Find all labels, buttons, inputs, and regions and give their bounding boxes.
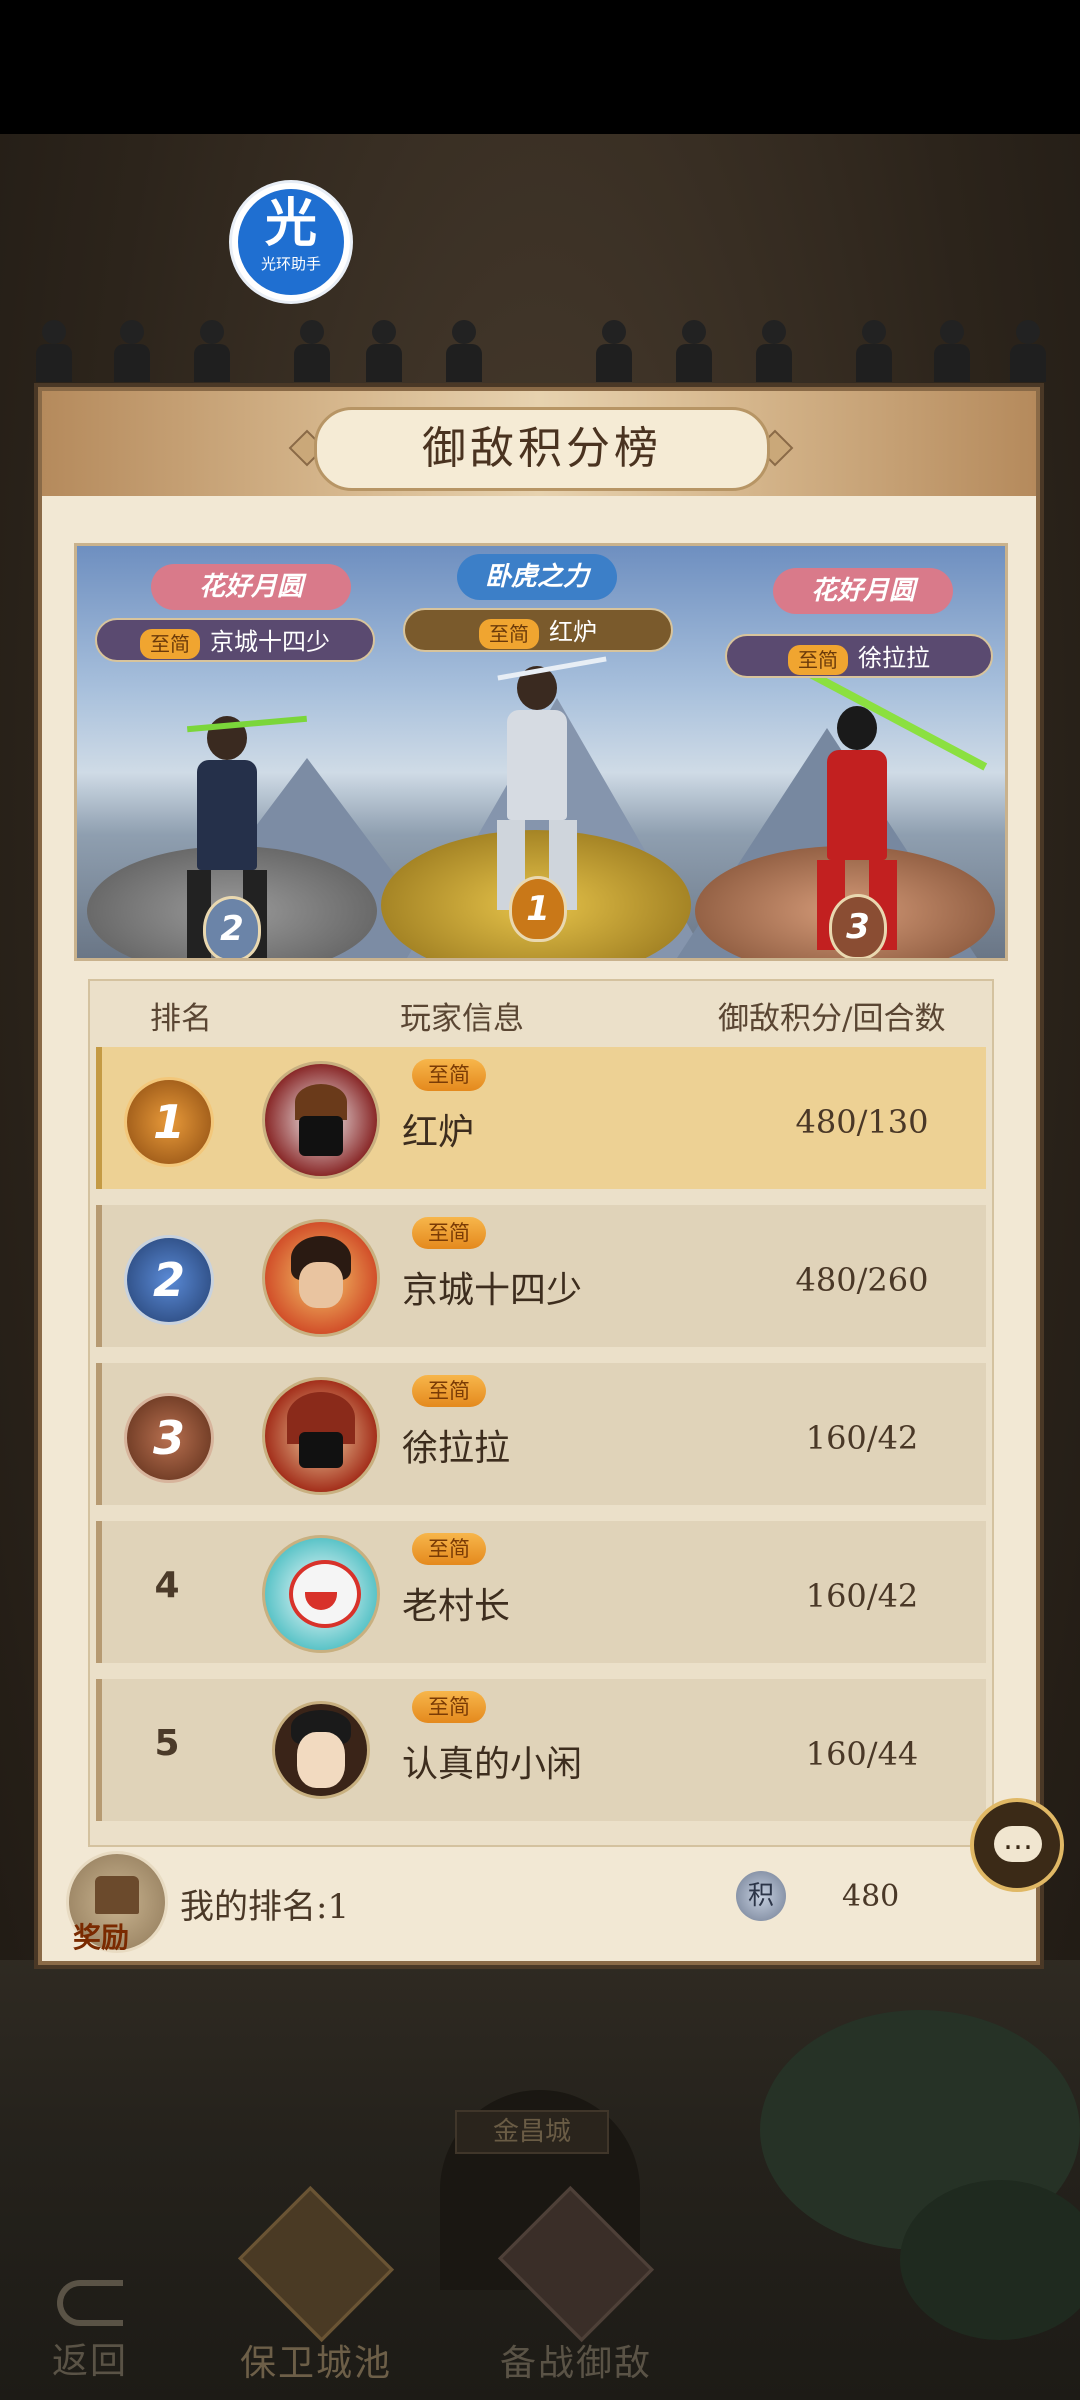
status-bar [0, 0, 1080, 134]
podium-name-banner-third: 至简 徐拉拉 [725, 634, 993, 678]
player-score: 160/42 [805, 1577, 919, 1615]
gate-plaque: 金昌城 [455, 2110, 609, 2154]
my-rank-text: 我的排名:1 [180, 1887, 350, 1927]
table-row[interactable]: 4 至简 老村长 160/42 [96, 1521, 986, 1663]
player-name: 认真的小闲 [402, 1744, 583, 1785]
player-avatar[interactable] [262, 1535, 380, 1653]
table-row[interactable]: 3 至简 徐拉拉 160/42 [96, 1363, 986, 1505]
player-avatar[interactable] [272, 1701, 370, 1799]
my-score: 480 [842, 1879, 900, 1914]
leaderboard-panel: 御敌积分榜 花好月圆 至简京城十四少 卧虎之力 至简 红炉 花好月圆 至简 徐拉… [38, 387, 1040, 1965]
player-name: 老村长 [402, 1586, 511, 1627]
prepare-battle-label: 备战御敌 [499, 2343, 652, 2384]
player-avatar[interactable] [262, 1219, 380, 1337]
podium-showcase: 花好月圆 至简 京城十四少 卧虎之力 至简 红炉 花好月圆 至简 徐拉拉 2 1 3 [74, 543, 1008, 961]
player-score: 480/130 [795, 1103, 929, 1141]
podium-event-tag-second: 花好月圆 [151, 564, 351, 610]
player-score: 480/260 [795, 1261, 929, 1299]
rank-medal-gold-icon: 1 [124, 1077, 214, 1167]
bottom-nav: 返回 保卫城池 备战御敌 [0, 2185, 1080, 2400]
reward-button[interactable]: 奖励 [66, 1851, 168, 1954]
vip-badge: 至简 [412, 1691, 486, 1723]
helper-app-icon[interactable]: 光 光环助手 [232, 183, 350, 301]
vip-badge: 至简 [412, 1059, 486, 1091]
podium-name-banner-second: 至简 京城十四少 [95, 618, 375, 662]
podium-rank-badge-first: 1 [509, 876, 567, 942]
player-score: 160/44 [805, 1735, 919, 1773]
fortress-icon [237, 2185, 395, 2343]
table-row[interactable]: 2 至简 京城十四少 480/260 [96, 1205, 986, 1347]
score-coin-icon: 积 [736, 1871, 786, 1921]
vip-badge: 至简 [412, 1533, 486, 1565]
podium-name-banner-first: 至简 红炉 [403, 608, 673, 652]
podium-rank-badge-second: 2 [203, 896, 261, 958]
vip-badge: 至简 [788, 644, 848, 675]
soldier-row [0, 320, 1080, 390]
player-name: 徐拉拉 [402, 1428, 511, 1469]
back-arrow-icon [57, 2280, 123, 2326]
defend-city-tab[interactable]: 保卫城池 [216, 2185, 416, 2386]
crossed-swords-icon [497, 2185, 655, 2343]
prepare-battle-tab[interactable]: 备战御敌 [466, 2185, 686, 2386]
table-row[interactable]: 1 至简 红炉 480/130 [96, 1047, 986, 1189]
ranking-table: 排名 玩家信息 御敌积分/回合数 1 至简 红炉 480/130 2 至简 京城… [88, 979, 994, 1847]
vip-badge: 至简 [140, 628, 200, 659]
helper-label: 光环助手 [260, 255, 321, 273]
player-score: 160/42 [805, 1419, 919, 1457]
podium-name-second: 京城十四少 [210, 628, 330, 656]
panel-header: 御敌积分榜 [42, 391, 1036, 496]
header-rank: 排名 [150, 1001, 212, 1037]
vip-badge: 至简 [412, 1375, 486, 1407]
helper-glyph: 光 [264, 194, 317, 254]
my-rank-bar: 奖励 我的排名:1 积 480 [52, 1851, 1026, 1954]
panel-title: 御敌积分榜 [314, 407, 770, 491]
podium-rank-badge-third: 3 [829, 894, 887, 958]
podium-figure-first [497, 666, 577, 910]
reward-label: 奖励 [73, 1921, 130, 1954]
podium-name-first: 红炉 [549, 618, 597, 646]
rank-medal-bronze-icon: 3 [124, 1393, 214, 1483]
rank-medal-silver-icon: 2 [124, 1235, 214, 1325]
vip-badge: 至简 [479, 618, 539, 649]
table-row[interactable]: 5 至简 认真的小闲 160/44 [96, 1679, 986, 1821]
vip-badge: 至简 [412, 1217, 486, 1249]
treasure-chest-icon [95, 1876, 139, 1914]
player-avatar[interactable] [262, 1061, 380, 1179]
back-button[interactable]: 返回 [30, 2280, 150, 2384]
player-name: 红炉 [402, 1112, 475, 1153]
defend-city-label: 保卫城池 [239, 2343, 392, 2384]
player-name: 京城十四少 [402, 1270, 583, 1311]
header-score: 御敌积分/回合数 [718, 1001, 946, 1037]
podium-name-third: 徐拉拉 [858, 644, 930, 672]
header-player: 玩家信息 [400, 1001, 524, 1037]
chat-bubble-icon: … [994, 1825, 1042, 1862]
player-avatar[interactable] [262, 1377, 380, 1495]
podium-event-tag-third: 花好月圆 [773, 568, 953, 614]
podium-event-tag-first: 卧虎之力 [457, 554, 617, 600]
rank-number: 5 [154, 1723, 180, 1764]
chat-button[interactable]: … [970, 1798, 1064, 1892]
back-label: 返回 [51, 2341, 128, 2382]
rank-number: 4 [154, 1565, 180, 1606]
